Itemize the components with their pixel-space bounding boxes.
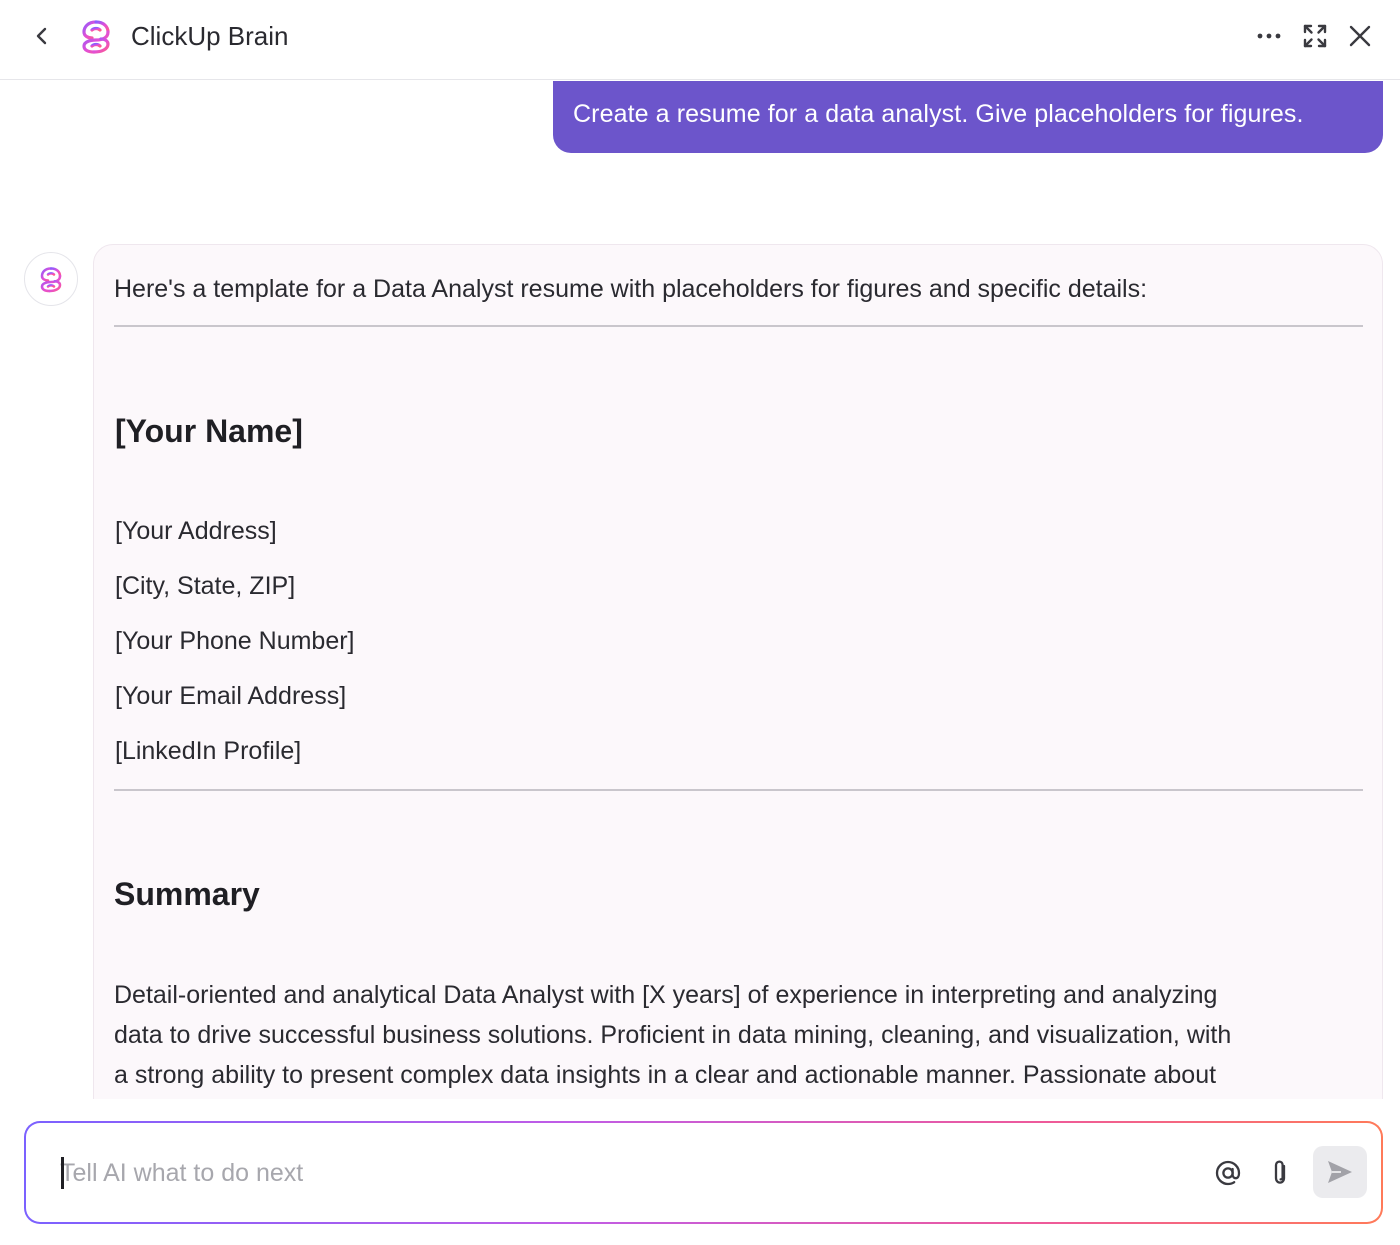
attach-button[interactable] xyxy=(1262,1155,1298,1191)
ai-avatar xyxy=(24,252,78,306)
text-caret xyxy=(61,1157,64,1189)
send-button[interactable] xyxy=(1313,1146,1367,1198)
summary-text-line: a strong ability to present complex data… xyxy=(114,1061,1217,1089)
contact-line: [Your Email Address] xyxy=(115,682,347,710)
close-icon xyxy=(1349,25,1371,47)
at-sign-icon xyxy=(1215,1160,1241,1186)
composer xyxy=(24,1121,1383,1224)
summary-text-line: Detail-oriented and analytical Data Anal… xyxy=(114,981,1218,1009)
more-horizontal-icon xyxy=(1257,33,1281,39)
prompt-input[interactable] xyxy=(60,1153,1180,1193)
expand-icon xyxy=(1303,24,1327,48)
contact-line: [LinkedIn Profile] xyxy=(115,737,302,765)
more-button[interactable] xyxy=(1253,20,1285,52)
clickup-brain-logo xyxy=(40,267,62,293)
send-icon xyxy=(1328,1161,1352,1183)
summary-text-line: data to drive successful business soluti… xyxy=(114,1021,1232,1049)
resume-name-heading: [Your Name] xyxy=(115,413,303,449)
composer-box xyxy=(26,1123,1381,1222)
ai-response-card: Here's a template for a Data Analyst res… xyxy=(93,244,1383,1099)
mention-button[interactable] xyxy=(1210,1155,1246,1191)
paperclip-icon xyxy=(1274,1160,1286,1184)
user-message: Create a resume for a data analyst. Give… xyxy=(553,81,1383,153)
back-button[interactable] xyxy=(28,22,56,50)
expand-button[interactable] xyxy=(1299,20,1331,52)
divider xyxy=(114,789,1363,791)
chevron-left-icon xyxy=(36,27,47,45)
clickup-brain-logo xyxy=(76,16,116,56)
header: ClickUp Brain xyxy=(0,0,1400,80)
app-title: ClickUp Brain xyxy=(131,21,289,51)
contact-line: [City, State, ZIP] xyxy=(115,572,296,600)
close-button[interactable] xyxy=(1344,20,1376,52)
divider xyxy=(114,325,1363,327)
summary-heading: Summary xyxy=(114,876,260,912)
chat-thread[interactable]: Create a resume for a data analyst. Give… xyxy=(0,81,1400,1099)
contact-line: [Your Phone Number] xyxy=(115,627,355,655)
contact-line: [Your Address] xyxy=(115,517,277,545)
ai-response-intro: Here's a template for a Data Analyst res… xyxy=(114,275,1148,303)
